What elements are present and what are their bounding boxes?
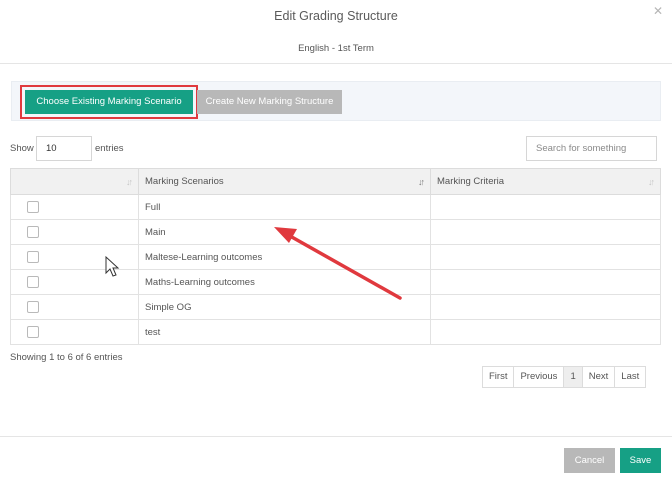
cancel-button[interactable]: Cancel [564,448,615,473]
criteria-cell [430,319,661,345]
table-info-text: Showing 1 to 6 of 6 entries [10,352,123,363]
row-checkbox[interactable] [27,326,39,338]
scenario-cell: Full [138,194,431,220]
show-label: Show [10,143,34,154]
scenario-cell: test [138,319,431,345]
last-page-button[interactable]: Last [614,367,645,387]
scenario-cell: Main [138,219,431,245]
row-select-cell [10,294,139,320]
table-row[interactable]: Maltese-Learning outcomes [10,244,661,270]
entries-label: entries [95,143,124,154]
table-header-row: ↓↑ Marking Scenarios ↓↑ Marking Criteria… [10,168,661,195]
sort-asc-icon: ↓↑ [418,177,425,187]
row-select-cell [10,244,139,270]
close-icon[interactable]: ✕ [652,5,664,17]
structure-tab-bar: Choose Existing Marking Scenario Create … [11,81,661,121]
current-page-button[interactable]: 1 [563,367,582,387]
modal-title: Edit Grading Structure [274,9,398,23]
table-row[interactable]: Simple OG [10,294,661,320]
criteria-cell [430,194,661,220]
next-page-button[interactable]: Next [581,367,615,387]
sort-icon: ↓↑ [126,177,133,187]
row-checkbox[interactable] [27,201,39,213]
table-row[interactable]: Full [10,194,661,220]
marking-scenarios-header-label: Marking Scenarios [145,176,224,187]
criteria-cell [430,294,661,320]
criteria-cell [430,219,661,245]
row-checkbox[interactable] [27,301,39,313]
marking-criteria-header[interactable]: Marking Criteria ↓↑ [430,168,661,195]
row-checkbox[interactable] [27,251,39,263]
criteria-cell [430,269,661,295]
scenario-cell: Simple OG [138,294,431,320]
pagination: First Previous 1 Next Last [482,366,647,388]
entries-per-page-input[interactable]: 10 [36,136,92,161]
table-row[interactable]: test [10,319,661,345]
row-select-cell [10,219,139,245]
row-checkbox[interactable] [27,226,39,238]
criteria-cell [430,244,661,270]
marking-scenarios-header[interactable]: Marking Scenarios ↓↑ [138,168,431,195]
first-page-button[interactable]: First [483,367,513,387]
modal-subtitle: English - 1st Term [298,43,374,54]
select-column-header[interactable]: ↓↑ [10,168,139,195]
row-select-cell [10,194,139,220]
table-row[interactable]: Main [10,219,661,245]
scenario-cell: Maths-Learning outcomes [138,269,431,295]
create-new-structure-tab[interactable]: Create New Marking Structure [197,90,342,114]
search-input[interactable]: Search for something [526,136,657,161]
modal-header: Edit Grading Structure English - 1st Ter… [0,0,672,64]
choose-existing-scenario-tab[interactable]: Choose Existing Marking Scenario [20,85,198,119]
marking-criteria-header-label: Marking Criteria [437,176,505,187]
scenario-cell: Maltese-Learning outcomes [138,244,431,270]
row-checkbox[interactable] [27,276,39,288]
row-select-cell [10,269,139,295]
previous-page-button[interactable]: Previous [513,367,563,387]
save-button[interactable]: Save [620,448,661,473]
marking-scenarios-table: ↓↑ Marking Scenarios ↓↑ Marking Criteria… [10,168,661,345]
table-row[interactable]: Maths-Learning outcomes [10,269,661,295]
sort-icon: ↓↑ [648,177,655,187]
row-select-cell [10,319,139,345]
